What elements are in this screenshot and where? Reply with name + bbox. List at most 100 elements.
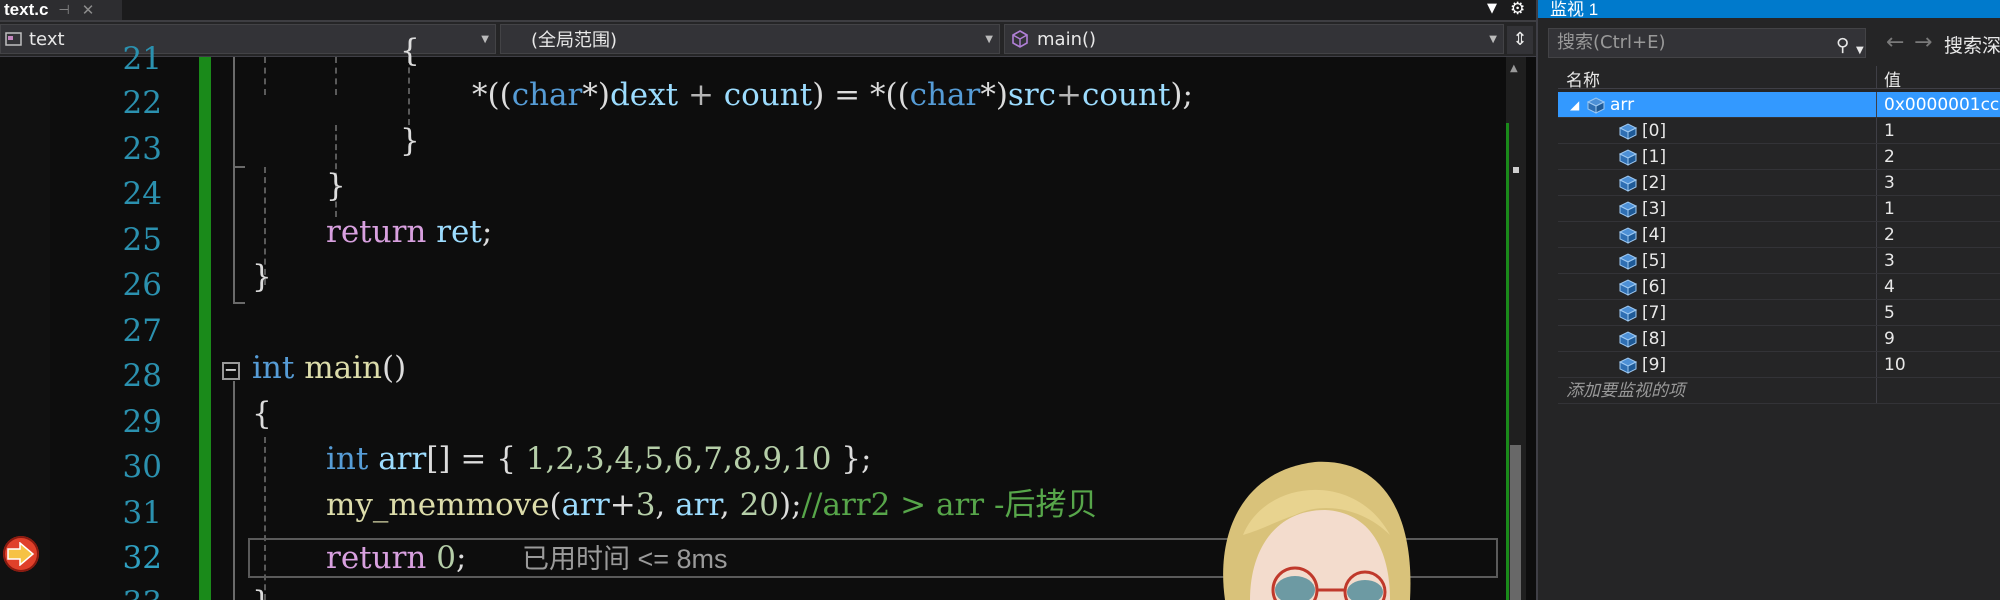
watch-search-input[interactable]: 搜索(Ctrl+E) ⚲ ▼: [1548, 28, 1866, 58]
code-line-33: }: [252, 585, 272, 600]
perf-tip[interactable]: 已用时间 <= 8ms: [522, 542, 728, 576]
watch-name: [9]: [1642, 355, 1667, 375]
array-element-icon: [1616, 148, 1638, 170]
watch-value[interactable]: 1: [1884, 198, 1895, 220]
watch-row[interactable]: [6] 4: [1558, 274, 2000, 300]
watch-value[interactable]: 2: [1884, 224, 1895, 246]
code-line-24: }: [326, 168, 346, 204]
watch-column-header: 名称 值: [1558, 66, 2000, 91]
watch-row[interactable]: [5] 3: [1558, 248, 2000, 274]
code-editor[interactable]: text.c ⊣ ✕ ▼ ⚙ text ▼ (全局范围) ▼ main() ▼ …: [0, 0, 1536, 600]
code-line-32: return 0;: [326, 540, 466, 576]
scrollbar-change-marker: [1506, 123, 1509, 600]
code-line-22: *((char*)dext + count) = *((char*)src+co…: [472, 77, 1193, 113]
code-token: src: [1007, 77, 1057, 113]
search-icon[interactable]: ⚲: [1836, 32, 1849, 60]
watch-value[interactable]: 5: [1884, 302, 1895, 324]
forward-arrow-icon[interactable]: →: [1914, 30, 1932, 55]
array-element-icon: [1616, 278, 1638, 300]
tab-text-c[interactable]: text.c ⊣ ✕: [0, 0, 122, 20]
watch-value[interactable]: 9: [1884, 328, 1895, 350]
watch-row[interactable]: [1] 2: [1558, 144, 2000, 170]
watch-value[interactable]: 4: [1884, 276, 1895, 298]
watch-value[interactable]: 10: [1884, 354, 1906, 376]
watch-row[interactable]: [9] 10: [1558, 352, 2000, 378]
scrollbar-caret-marker: [1513, 167, 1519, 173]
gear-icon[interactable]: ⚙: [1510, 0, 1525, 19]
watch-name: [8]: [1642, 329, 1667, 349]
watch-value[interactable]: 0x0000001cc0eff: [1884, 94, 2000, 116]
code-line-25: return ret;: [326, 214, 492, 250]
code-token: 0: [436, 540, 456, 576]
watch-row[interactable]: [0] 1: [1558, 118, 2000, 144]
outline-bracket: [233, 381, 235, 600]
column-separator[interactable]: [1876, 66, 1877, 88]
code-token: );: [1170, 77, 1193, 113]
function-dropdown[interactable]: main() ▼: [1004, 24, 1504, 54]
column-name-header[interactable]: 名称: [1566, 66, 1600, 91]
watch-title-bar[interactable]: 监视 1: [1538, 0, 2000, 19]
array-element-icon: [1616, 252, 1638, 274]
code-token: [] = {: [426, 441, 526, 477]
watch-value[interactable]: 3: [1884, 250, 1895, 272]
function-label: main(): [1037, 28, 1097, 50]
watch-row[interactable]: [3] 1: [1558, 196, 2000, 222]
add-watch-row[interactable]: 添加要监视的项: [1558, 378, 2000, 404]
scope-dropdown[interactable]: (全局范围) ▼: [500, 24, 1000, 54]
watch-row[interactable]: [4] 2: [1558, 222, 2000, 248]
outline-bracket: [233, 57, 235, 304]
code-token: +: [1056, 77, 1082, 113]
column-separator: [1876, 352, 1877, 377]
code-token: main: [304, 350, 382, 386]
navigation-bar: text ▼ (全局范围) ▼ main() ▼ ⇕: [0, 22, 1536, 57]
indent-guide: [264, 57, 266, 95]
split-window-icon[interactable]: ⇕: [1507, 26, 1533, 54]
chevron-down-icon: ▼: [481, 33, 489, 45]
scope-label: (全局范围): [531, 30, 618, 51]
back-arrow-icon[interactable]: ←: [1886, 30, 1904, 55]
code-line-30: int arr[] = { 1,2,3,4,5,6,7,8,9,10 };: [326, 441, 871, 477]
collapse-outline-icon[interactable]: −: [222, 362, 240, 380]
close-icon[interactable]: ✕: [82, 1, 95, 19]
watch-name: [7]: [1642, 303, 1667, 323]
watch-name: [6]: [1642, 277, 1667, 297]
code-token: (: [549, 487, 562, 523]
column-separator: [1876, 326, 1877, 351]
watch-value[interactable]: 3: [1884, 172, 1895, 194]
watch-title: 监视 1: [1550, 0, 1599, 19]
scrollbar-thumb[interactable]: [1510, 445, 1521, 600]
array-element-icon: [1616, 174, 1638, 196]
watch-value[interactable]: 2: [1884, 146, 1895, 168]
array-element-icon: [1616, 330, 1638, 352]
project-dropdown[interactable]: text ▼: [0, 24, 496, 54]
code-token: my_memmove: [326, 487, 550, 523]
code-token: 20: [739, 487, 780, 523]
code-token: arr: [378, 441, 427, 477]
chevron-down-icon: ▼: [985, 33, 993, 45]
column-separator: [1876, 92, 1877, 117]
execution-pointer-icon[interactable]: [3, 536, 39, 572]
watch-row[interactable]: [8] 9: [1558, 326, 2000, 352]
code-token: ;: [455, 540, 467, 576]
code-token: 3: [635, 487, 656, 523]
pin-icon[interactable]: ⊣: [58, 3, 69, 18]
code-token: ret: [436, 214, 482, 250]
watch-row-root[interactable]: ◢ arr 0x0000001cc0eff: [1558, 92, 2000, 118]
code-token: int: [326, 441, 369, 477]
code-token: ) = *((: [812, 77, 910, 113]
vertical-scrollbar[interactable]: ▲: [1506, 57, 1526, 600]
array-element-icon: [1616, 122, 1638, 144]
column-value-header[interactable]: 值: [1884, 66, 1901, 91]
watch-row[interactable]: [2] 3: [1558, 170, 2000, 196]
scroll-up-icon[interactable]: ▲: [1510, 63, 1518, 74]
watch-row[interactable]: [7] 5: [1558, 300, 2000, 326]
tab-list-dropdown-icon[interactable]: ▼: [1487, 1, 1497, 16]
code-token: *): [980, 77, 1008, 113]
chevron-down-icon[interactable]: ▼: [1856, 37, 1864, 65]
search-depth-label[interactable]: 搜索深: [1944, 31, 2000, 58]
watch-value[interactable]: 1: [1884, 120, 1895, 142]
code-token: ,: [655, 487, 676, 523]
expanded-triangle-icon[interactable]: ◢: [1570, 98, 1579, 112]
column-separator: [1876, 300, 1877, 325]
add-watch-placeholder[interactable]: 添加要监视的项: [1566, 380, 1685, 402]
